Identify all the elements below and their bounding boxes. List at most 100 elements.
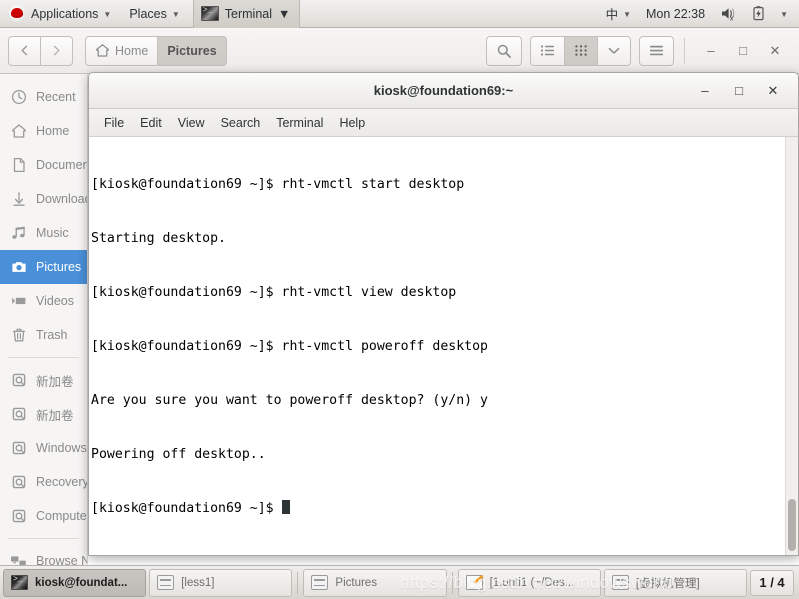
grid-view-icon: [575, 45, 587, 56]
battery-icon-svg: [753, 6, 764, 21]
grid-view-button[interactable]: [565, 35, 598, 66]
list-view-button[interactable]: [530, 35, 565, 66]
hamburger-menu-icon: [650, 45, 663, 56]
breadcrumb-label-pictures: Pictures: [167, 43, 217, 58]
chevron-down-icon: ▼: [780, 10, 788, 19]
svg-text:x: x: [730, 15, 734, 22]
hamburger-menu-button[interactable]: [639, 35, 674, 66]
sidebar-item-label: Browse Network: [36, 554, 87, 565]
sidebar-item-label: Windows: [36, 441, 87, 455]
terminal-screen[interactable]: [kiosk@foundation69 ~]$ rht-vmctl start …: [89, 137, 798, 555]
menu-help[interactable]: Help: [332, 113, 372, 133]
sidebar-item-volume-2[interactable]: 新加卷: [0, 397, 87, 431]
list-view-icon: [540, 45, 554, 56]
breadcrumb-item-home[interactable]: Home: [85, 35, 159, 66]
workspace-indicator[interactable]: 1 / 4: [750, 569, 795, 596]
view-mode-group: [530, 35, 631, 66]
sidebar-item-volume-1[interactable]: 新加卷: [0, 363, 87, 397]
taskbar-item-text-editor[interactable]: [1.unti1 (~/Des...: [457, 568, 601, 597]
menu-edit[interactable]: Edit: [133, 113, 169, 133]
chevron-right-icon: [53, 45, 60, 56]
menu-file[interactable]: File: [97, 113, 131, 133]
taskbar-item-less1[interactable]: [less1]: [149, 568, 293, 597]
forward-button[interactable]: [41, 35, 73, 66]
terminal-prompt: [kiosk@foundation69 ~]$: [91, 501, 282, 516]
clock-icon: [10, 89, 27, 106]
search-icon: [497, 44, 511, 58]
sidebar-item-label: Music: [36, 226, 69, 240]
sidebar: Recent Home Documents: [0, 74, 88, 565]
video-icon: [10, 293, 27, 310]
back-button[interactable]: [8, 35, 41, 66]
sidebar-item-downloads[interactable]: Downloads: [0, 182, 87, 216]
breadcrumb-item-pictures[interactable]: Pictures: [158, 35, 227, 66]
music-icon: [10, 225, 27, 242]
terminal-maximize-button[interactable]: □: [722, 74, 756, 108]
terminal-minimize-button[interactable]: –: [688, 74, 722, 108]
taskbar: >_ kiosk@foundat... [less1] Pictures [1.…: [0, 565, 799, 599]
places-menu[interactable]: Places ▼: [120, 0, 188, 27]
terminal-prompt-line: [kiosk@foundation69 ~]$: [91, 500, 785, 518]
home-icon: [96, 44, 109, 57]
sidebar-item-trash[interactable]: Trash: [0, 318, 87, 352]
chevron-down-icon: [608, 47, 620, 54]
terminal-cursor: [281, 500, 290, 514]
redhat-logo-icon: [9, 5, 26, 22]
file-manager-icon: [311, 575, 329, 590]
sidebar-divider: [8, 538, 79, 539]
terminal-line: Powering off desktop..: [91, 447, 266, 462]
window-menu-label: Terminal: [224, 6, 273, 21]
terminal-scrollbar[interactable]: [785, 137, 798, 555]
sidebar-item-label: Home: [36, 124, 70, 138]
terminal-titlebar[interactable]: kiosk@foundation69:~ – □ ✕: [89, 73, 798, 109]
view-options-button[interactable]: [598, 35, 631, 66]
desktop-root: Applications ▼ Places ▼ >_ Terminal ▼ 中 …: [0, 0, 799, 599]
sidebar-item-videos[interactable]: Videos: [0, 284, 87, 318]
terminal-line: [kiosk@foundation69 ~]$ rht-vmctl view d…: [91, 285, 457, 300]
applications-menu-label: Applications: [31, 6, 99, 21]
applications-menu[interactable]: Applications ▼: [0, 0, 120, 27]
menu-terminal[interactable]: Terminal: [269, 113, 330, 133]
input-method-label: 中: [605, 8, 619, 22]
taskbar-item-terminal[interactable]: >_ kiosk@foundat...: [3, 568, 147, 597]
chevron-down-icon: ▼: [103, 10, 112, 19]
terminal-close-button[interactable]: ✕: [756, 74, 790, 108]
sidebar-item-documents[interactable]: Documents: [0, 148, 87, 182]
close-button[interactable]: ✕: [759, 36, 791, 66]
menu-search[interactable]: Search: [214, 113, 268, 133]
drive-icon: [10, 508, 27, 525]
sidebar-item-windows[interactable]: Windows: [0, 431, 87, 465]
sidebar-item-music[interactable]: Music: [0, 216, 87, 250]
navigation-buttons: [8, 35, 73, 66]
battery-icon[interactable]: [744, 0, 773, 27]
sidebar-item-recent[interactable]: Recent: [0, 80, 87, 114]
system-menu-button[interactable]: ▼: [773, 0, 795, 27]
sidebar-item-browse-network[interactable]: Browse Network: [0, 544, 87, 565]
taskbar-item-pictures[interactable]: Pictures: [303, 568, 447, 597]
terminal-scrollbar-thumb[interactable]: [788, 499, 796, 551]
sidebar-item-home[interactable]: Home: [0, 114, 87, 148]
terminal-output[interactable]: [kiosk@foundation69 ~]$ rht-vmctl start …: [89, 137, 785, 555]
sidebar-item-pictures[interactable]: Pictures: [0, 250, 87, 284]
drive-icon: [10, 406, 27, 423]
window-menu-terminal[interactable]: >_ Terminal ▼: [192, 0, 301, 28]
search-button[interactable]: [486, 35, 522, 66]
volume-muted-icon[interactable]: x: [713, 0, 744, 27]
sidebar-item-recovery[interactable]: Recovery: [0, 465, 87, 499]
taskbar-item-vm-manager[interactable]: [虚拟机管理]: [603, 568, 748, 597]
terminal-icon: >_: [11, 575, 28, 590]
sidebar-item-computer[interactable]: Computer: [0, 499, 87, 533]
taskbar-item-label: [less1]: [181, 576, 215, 589]
minimize-button[interactable]: –: [695, 36, 727, 66]
clock[interactable]: Mon 22:38: [638, 7, 713, 21]
terminal-window-controls: – □ ✕: [688, 74, 798, 108]
input-method-indicator[interactable]: 中 ▼: [599, 0, 638, 27]
panel-status-area: 中 ▼ Mon 22:38 x ▼: [599, 0, 799, 27]
maximize-button[interactable]: □: [727, 36, 759, 66]
chevron-down-icon: ▼: [278, 6, 291, 21]
sidebar-item-label: Computer: [36, 509, 88, 523]
menu-view[interactable]: View: [171, 113, 212, 133]
file-manager-window-controls: – □ ✕: [684, 36, 791, 66]
trash-icon: [10, 327, 27, 344]
app-menu-group: [639, 35, 674, 66]
